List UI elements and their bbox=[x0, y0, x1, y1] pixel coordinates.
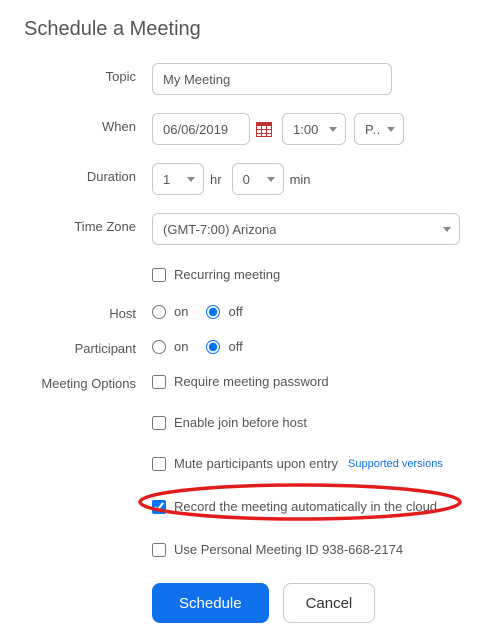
use-pmi-label: Use Personal Meeting ID 938-668-2174 bbox=[174, 542, 403, 557]
topic-label: Topic bbox=[24, 63, 152, 84]
auto-record-checkbox[interactable] bbox=[152, 500, 166, 514]
participant-on-radio-line[interactable]: on bbox=[152, 339, 188, 354]
use-pmi-checkbox[interactable] bbox=[152, 543, 166, 557]
time-value: 1:00 bbox=[293, 122, 318, 137]
recurring-label: Recurring meeting bbox=[174, 267, 280, 282]
host-off-radio[interactable] bbox=[206, 305, 220, 319]
chevron-down-icon bbox=[387, 127, 395, 132]
recurring-checkbox[interactable] bbox=[152, 268, 166, 282]
duration-hours-value: 1 bbox=[163, 172, 170, 187]
supported-versions-link[interactable]: Supported versions bbox=[348, 458, 443, 470]
date-select[interactable]: 06/06/2019 bbox=[152, 113, 250, 145]
require-password-checkbox[interactable] bbox=[152, 375, 166, 389]
host-off-radio-line[interactable]: off bbox=[206, 304, 242, 319]
chevron-down-icon bbox=[267, 177, 275, 182]
join-before-host-checkbox[interactable] bbox=[152, 416, 166, 430]
join-before-host-label: Enable join before host bbox=[174, 415, 307, 430]
auto-record-line[interactable]: Record the meeting automatically in the … bbox=[152, 495, 443, 518]
duration-label: Duration bbox=[24, 163, 152, 184]
timezone-value: (GMT-7:00) Arizona bbox=[163, 222, 276, 237]
participant-on-radio[interactable] bbox=[152, 340, 166, 354]
participant-off-label: off bbox=[228, 339, 242, 354]
mute-entry-label: Mute participants upon entry bbox=[174, 456, 338, 471]
timezone-label: Time Zone bbox=[24, 213, 152, 234]
auto-record-label: Record the meeting automatically in the … bbox=[174, 499, 437, 514]
ampm-value: P... bbox=[365, 122, 381, 137]
chevron-down-icon bbox=[187, 177, 195, 182]
host-on-label: on bbox=[174, 304, 188, 319]
participant-off-radio-line[interactable]: off bbox=[206, 339, 242, 354]
duration-minutes-value: 0 bbox=[243, 172, 250, 187]
timezone-select[interactable]: (GMT-7:00) Arizona bbox=[152, 213, 460, 245]
chevron-down-icon bbox=[443, 227, 451, 232]
page-title: Schedule a Meeting bbox=[24, 18, 478, 41]
ampm-select[interactable]: P... bbox=[354, 113, 404, 145]
schedule-button[interactable]: Schedule bbox=[152, 583, 269, 623]
host-off-label: off bbox=[228, 304, 242, 319]
host-label: Host bbox=[24, 300, 152, 321]
cancel-button[interactable]: Cancel bbox=[283, 583, 376, 623]
participant-off-radio[interactable] bbox=[206, 340, 220, 354]
date-value: 06/06/2019 bbox=[163, 122, 228, 137]
mute-entry-line[interactable]: Mute participants upon entry bbox=[152, 456, 338, 471]
host-on-radio-line[interactable]: on bbox=[152, 304, 188, 319]
recurring-checkbox-line[interactable]: Recurring meeting bbox=[152, 263, 280, 286]
require-password-label: Require meeting password bbox=[174, 374, 329, 389]
require-password-line[interactable]: Require meeting password bbox=[152, 370, 443, 393]
participant-label: Participant bbox=[24, 335, 152, 356]
calendar-icon[interactable] bbox=[256, 122, 272, 137]
join-before-host-line[interactable]: Enable join before host bbox=[152, 411, 443, 434]
duration-minutes-select[interactable]: 0 bbox=[232, 163, 284, 195]
topic-input[interactable]: My Meeting bbox=[152, 63, 392, 95]
mute-entry-checkbox[interactable] bbox=[152, 457, 166, 471]
min-unit: min bbox=[290, 172, 311, 187]
when-label: When bbox=[24, 113, 152, 134]
duration-hours-select[interactable]: 1 bbox=[152, 163, 204, 195]
participant-on-label: on bbox=[174, 339, 188, 354]
hr-unit: hr bbox=[210, 172, 222, 187]
chevron-down-icon bbox=[329, 127, 337, 132]
time-select[interactable]: 1:00 bbox=[282, 113, 346, 145]
options-label: Meeting Options bbox=[24, 370, 152, 391]
use-pmi-line[interactable]: Use Personal Meeting ID 938-668-2174 bbox=[152, 538, 443, 561]
host-on-radio[interactable] bbox=[152, 305, 166, 319]
